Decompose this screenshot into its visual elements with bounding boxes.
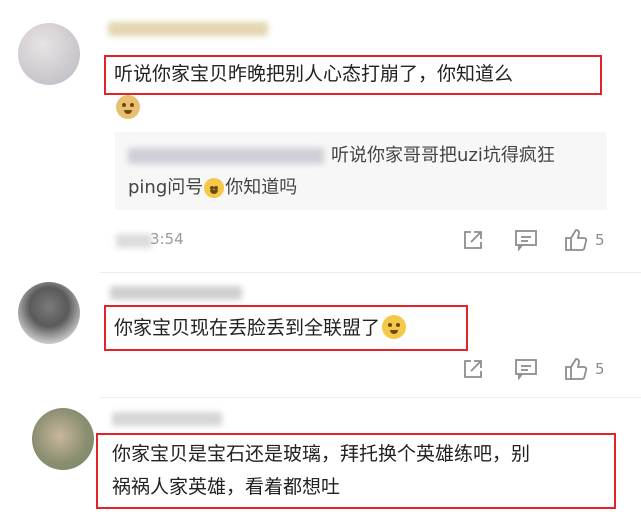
username-blurred[interactable] [110,286,242,300]
avatar[interactable] [18,23,80,85]
reply-username-blurred[interactable] [128,148,324,164]
comment-text-line2: 祸祸人家英雄，看着都想吐 [112,476,341,498]
reply-text-line2: ping问号 你知道吗 [128,174,297,202]
reply-text-line1: 听说你家哥哥把uzi坑得疯狂 [331,145,555,166]
avatar[interactable] [18,282,80,344]
like-count: 5 [595,360,605,378]
divider [100,397,641,398]
reply-text-line2-b: 你知道吗 [225,177,298,198]
username-blurred[interactable] [108,22,268,36]
timestamp-blurred [116,234,152,248]
divider [100,272,641,273]
comment-text: 你家宝贝现在丢脸丢到全联盟了 [114,314,407,342]
comment-text-line1: 你家宝贝是宝石还是玻璃，拜托换个英雄练吧，别 [112,443,531,465]
comment-text-content: 你家宝贝现在丢脸丢到全联盟了 [114,317,381,339]
like-icon[interactable] [564,357,588,381]
like-count: 5 [595,231,605,249]
avatar[interactable] [32,408,94,470]
comment-text: 听说你家宝贝昨晚把别人心态打崩了，你知道么 [114,63,514,85]
like-icon[interactable] [564,228,588,252]
comment-icon[interactable] [514,358,538,380]
share-icon[interactable] [462,229,484,251]
share-icon[interactable] [462,358,484,380]
username-blurred[interactable] [112,412,222,426]
doge-emoji-icon [116,95,140,119]
reply-text-line2-a: ping问号 [128,177,204,198]
scared-emoji-icon [204,178,225,198]
timestamp: 3:54 [150,230,184,248]
comment-icon[interactable] [514,229,538,251]
scared-emoji-icon [382,315,407,339]
